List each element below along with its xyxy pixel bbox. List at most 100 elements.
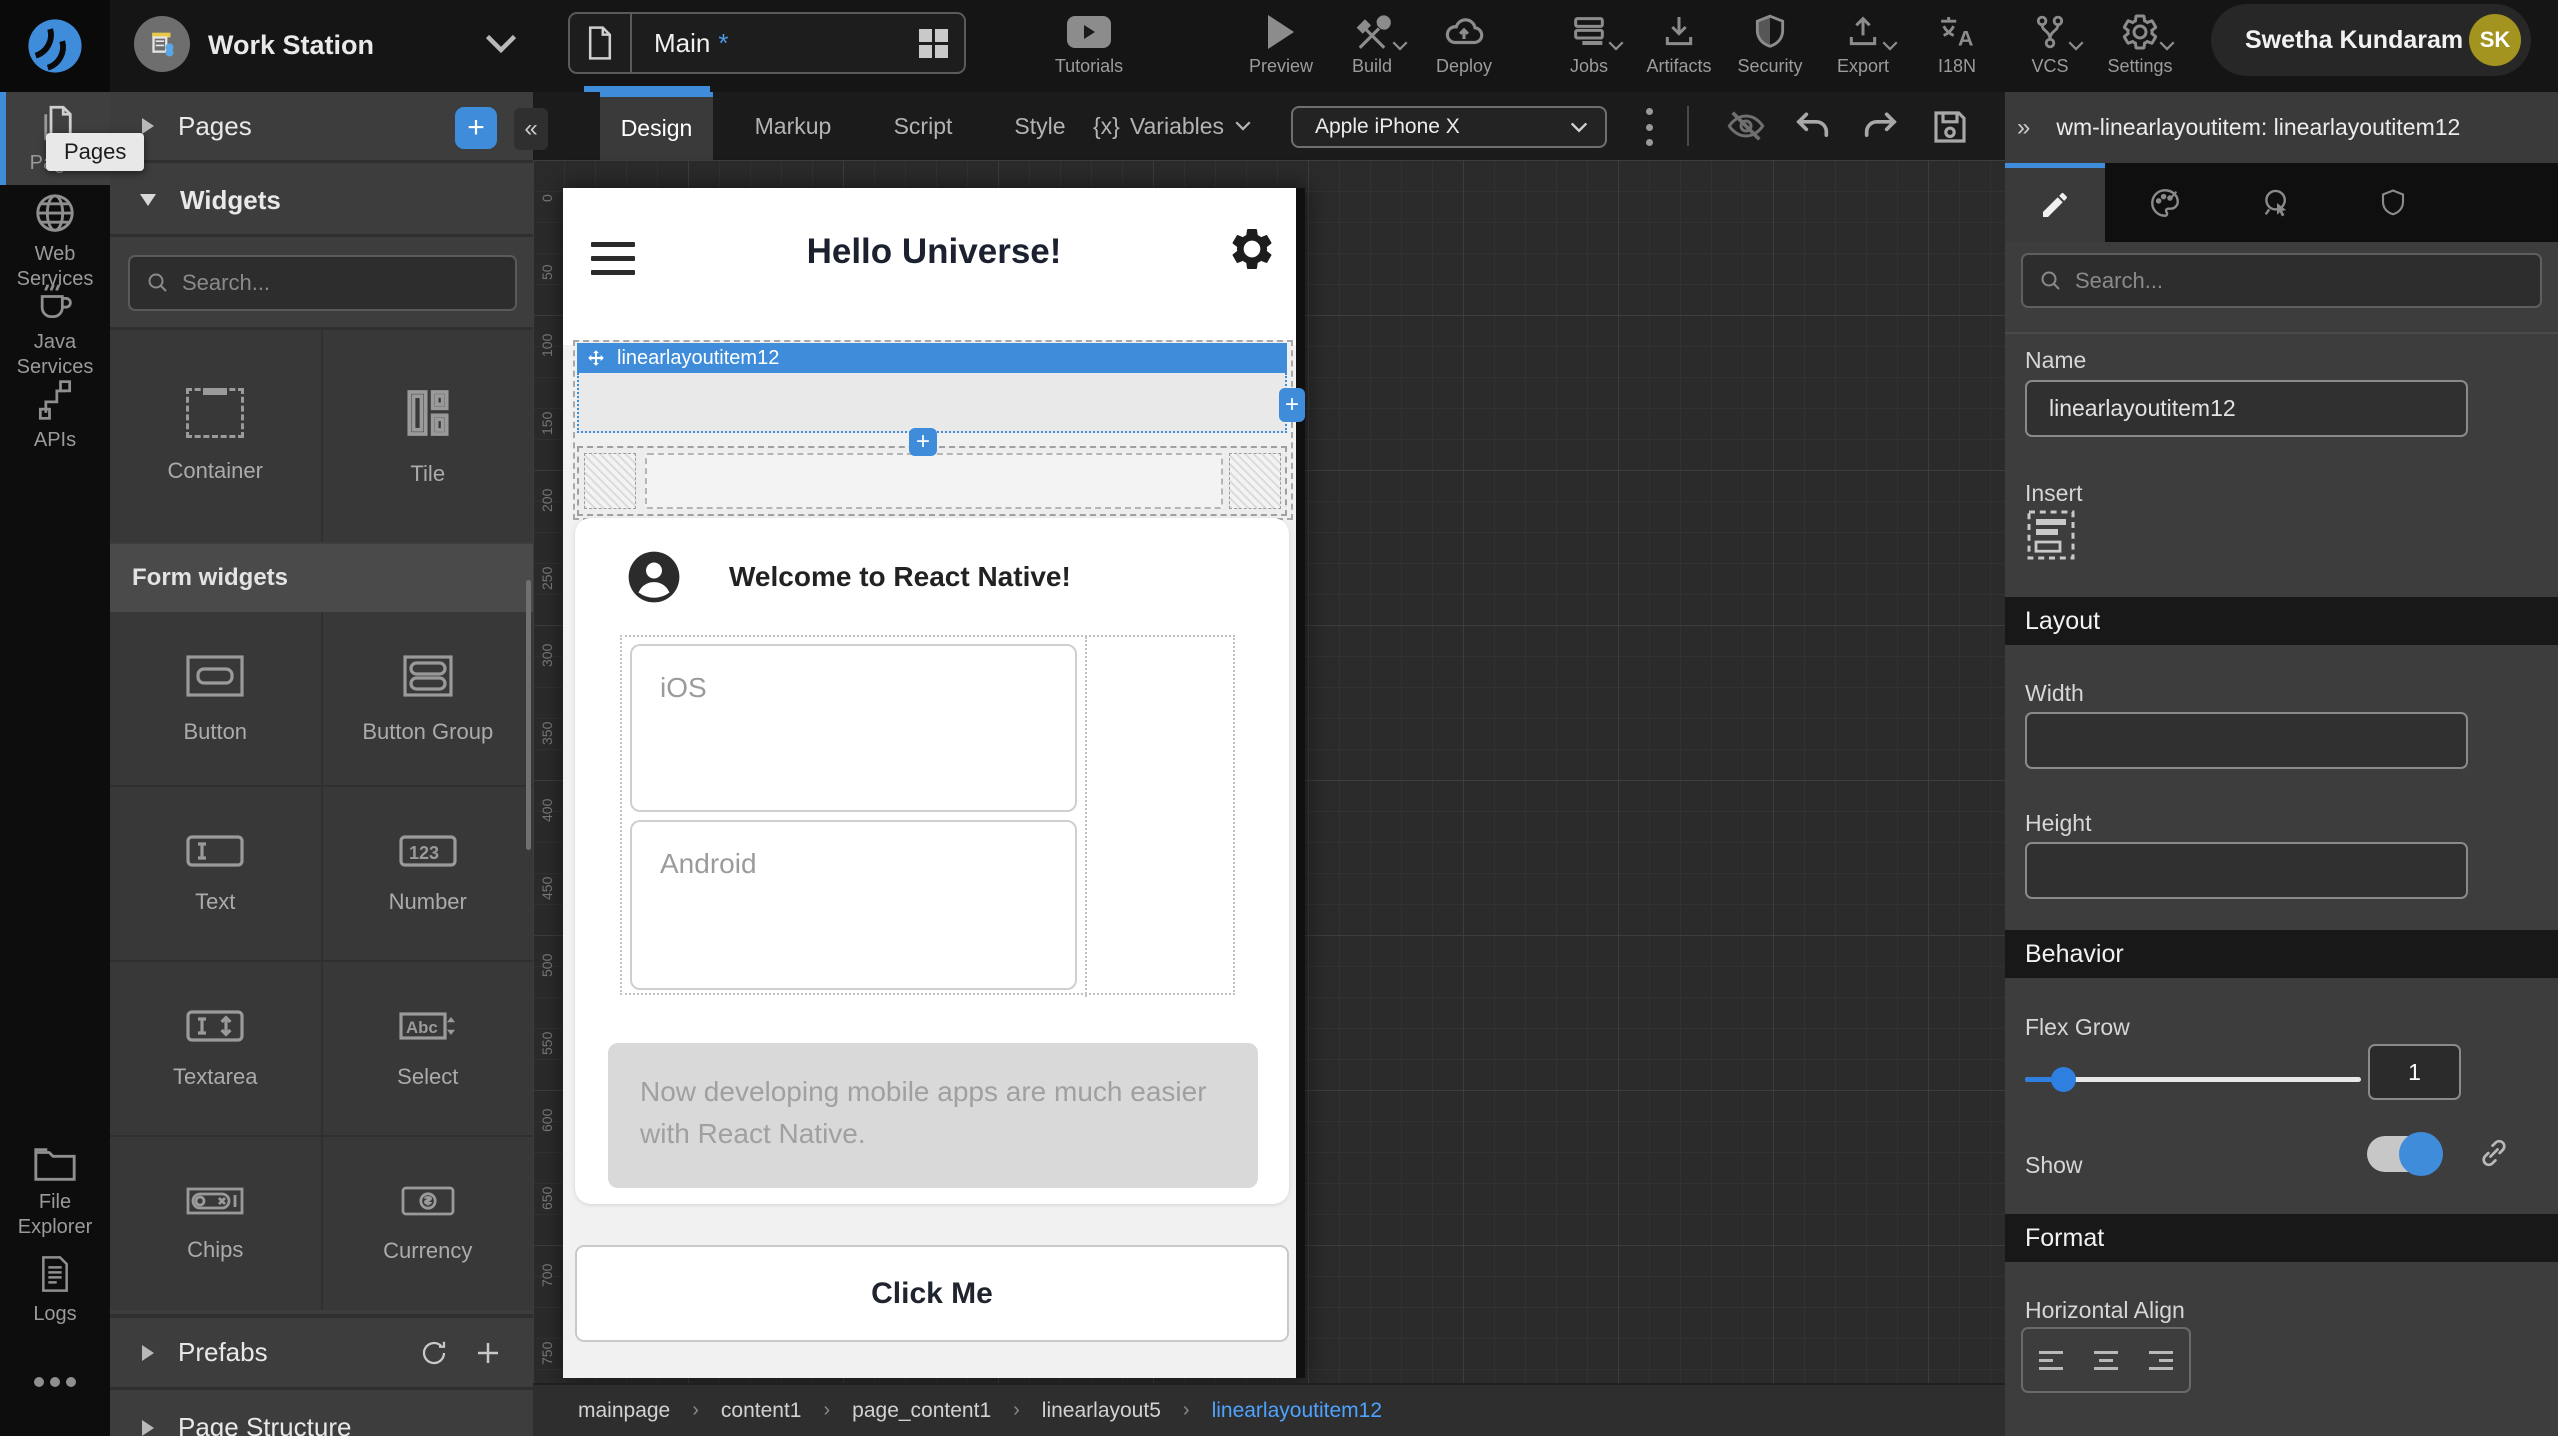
widget-number[interactable]: 123 Number <box>323 787 534 960</box>
content-card: Welcome to React Native! iOS Android Now… <box>575 518 1289 1204</box>
tab-variables[interactable]: {x} Variables <box>1093 92 1252 160</box>
bind-property-button[interactable] <box>2477 1136 2511 1170</box>
deploy-button[interactable]: Deploy <box>1409 10 1519 77</box>
align-left-button[interactable] <box>2023 1329 2078 1391</box>
widget-textarea[interactable]: Textarea <box>110 962 321 1135</box>
form-widgets-header: Form widgets <box>110 544 533 612</box>
breadcrumb-mainpage[interactable]: mainpage <box>578 1399 670 1423</box>
canvas-more-menu[interactable] <box>1641 108 1657 146</box>
tab-styles[interactable] <box>2115 163 2215 242</box>
row-cell-right[interactable] <box>1229 453 1281 509</box>
widget-button-group[interactable]: Button Group <box>323 612 534 785</box>
tab-script[interactable]: Script <box>873 92 973 160</box>
welcome-label[interactable]: Welcome to React Native! <box>729 561 1071 593</box>
tab-markup[interactable]: Markup <box>738 92 848 160</box>
click-me-button[interactable]: Click Me <box>575 1245 1289 1342</box>
page-layout-grid-icon[interactable] <box>919 29 948 58</box>
behavior-section-header[interactable]: Behavior <box>2005 930 2558 978</box>
height-input[interactable] <box>2025 842 2468 899</box>
align-right-icon <box>2149 1351 2173 1370</box>
tab-properties[interactable] <box>2005 163 2105 242</box>
ios-box[interactable]: iOS <box>630 644 1077 812</box>
tab-security[interactable] <box>2343 163 2443 242</box>
palette-scrollbar[interactable] <box>526 580 531 850</box>
property-search-input[interactable] <box>2075 268 2375 294</box>
tab-inspect[interactable] <box>2227 163 2327 242</box>
settings-button[interactable]: Settings <box>2085 10 2195 77</box>
note-box[interactable]: Now developing mobile apps are much easi… <box>608 1043 1258 1188</box>
widget-search-row <box>110 237 533 330</box>
tab-design[interactable]: Design <box>600 92 713 160</box>
app-settings-gear-icon[interactable] <box>1227 224 1277 274</box>
sidebar-more-button[interactable] <box>0 1374 110 1390</box>
expand-panel-icon[interactable]: » <box>2017 114 2030 142</box>
add-page-button[interactable]: + <box>455 107 497 149</box>
row-cell-middle[interactable] <box>645 453 1223 509</box>
cloud-upload-icon <box>1442 10 1486 54</box>
widget-currency[interactable]: Currency <box>323 1137 534 1310</box>
prefabs-section-header[interactable]: Prefabs <box>110 1314 533 1390</box>
wavemaker-studio: Work Station Main * Tutorials Preview <box>0 0 2558 1436</box>
widget-button[interactable]: Button <box>110 612 321 785</box>
format-section-header[interactable]: Format <box>2005 1214 2558 1262</box>
android-box[interactable]: Android <box>630 820 1077 990</box>
project-avatar[interactable] <box>134 16 190 72</box>
slider-thumb[interactable] <box>2051 1067 2076 1092</box>
breadcrumb-linearlayoutitem12[interactable]: linearlayoutitem12 <box>1212 1399 1382 1423</box>
widget-tile[interactable]: Tile <box>323 330 534 542</box>
button-icon <box>184 653 246 699</box>
show-toggle[interactable] <box>2367 1134 2439 1174</box>
widget-search-input[interactable] <box>182 270 482 296</box>
align-left-icon <box>2039 1351 2063 1370</box>
selected-widget-label[interactable]: linearlayoutitem12 <box>577 343 1287 373</box>
insert-widget-right-button[interactable]: + <box>1279 388 1305 422</box>
width-input[interactable] <box>2025 712 2468 769</box>
open-page-tab[interactable]: Main * <box>568 12 966 74</box>
user-menu[interactable]: Swetha Kundaram SK <box>2211 4 2531 76</box>
platform-list-container[interactable]: iOS Android <box>620 635 1235 995</box>
align-right-button[interactable] <box>2134 1329 2189 1391</box>
user-name: Swetha Kundaram <box>2245 26 2463 55</box>
refresh-icon[interactable] <box>419 1338 449 1368</box>
widget-text[interactable]: Text <box>110 787 321 960</box>
breadcrumb-page-content1[interactable]: page_content1 <box>852 1399 991 1423</box>
toggle-visibility-button[interactable] <box>1723 106 1769 146</box>
sidebar-item-apis[interactable]: APIs <box>0 378 110 453</box>
insert-list-button[interactable] <box>2025 508 2077 562</box>
layout-row-strip[interactable] <box>577 446 1287 516</box>
collapse-palette-button[interactable]: « <box>514 108 548 150</box>
page-structure-section-header[interactable]: Page Structure <box>110 1393 533 1436</box>
flex-grow-slider[interactable] <box>2025 1067 2361 1091</box>
insert-widget-below-button[interactable]: + <box>909 428 937 456</box>
phone-scrollbar[interactable] <box>1296 188 1305 1378</box>
tutorials-button[interactable]: Tutorials <box>1034 10 1144 77</box>
widget-select[interactable]: Abc Select <box>323 962 534 1135</box>
add-prefab-icon[interactable] <box>473 1338 503 1368</box>
sidebar-item-java-services[interactable]: Java Services <box>0 280 110 380</box>
sidebar-item-file-explorer[interactable]: File Explorer <box>0 1144 110 1240</box>
name-input[interactable] <box>2025 380 2468 437</box>
breadcrumb-linearlayout5[interactable]: linearlayout5 <box>1042 1399 1161 1423</box>
breadcrumb-content1[interactable]: content1 <box>721 1399 802 1423</box>
project-switcher-chevron-icon[interactable] <box>483 32 519 56</box>
undo-button[interactable] <box>1791 106 1835 146</box>
sidebar-item-web-services[interactable]: Web Services <box>0 190 110 292</box>
pages-section-header[interactable]: Pages + <box>110 92 533 163</box>
redo-button[interactable] <box>1858 106 1902 146</box>
selected-widget-area[interactable] <box>577 373 1287 433</box>
widget-chips[interactable]: Chips <box>110 1137 321 1310</box>
row-cell-left[interactable] <box>584 453 636 509</box>
layout-section-header[interactable]: Layout <box>2005 597 2558 645</box>
sidebar-item-logs[interactable]: Logs <box>0 1252 110 1327</box>
tab-style[interactable]: Style <box>995 92 1085 160</box>
widget-container[interactable]: Container <box>110 330 321 542</box>
align-center-button[interactable] <box>2078 1329 2133 1391</box>
widgets-section-header[interactable]: Widgets <box>110 166 533 237</box>
width-label: Width <box>2025 680 2084 707</box>
jobs-server-icon <box>1569 10 1609 54</box>
device-select[interactable]: Apple iPhone X <box>1291 106 1607 148</box>
flex-grow-value-input[interactable] <box>2368 1044 2461 1100</box>
app-title[interactable]: Hello Universe! <box>563 232 1305 272</box>
app-logo[interactable] <box>0 0 110 92</box>
save-button[interactable] <box>1929 106 1971 148</box>
